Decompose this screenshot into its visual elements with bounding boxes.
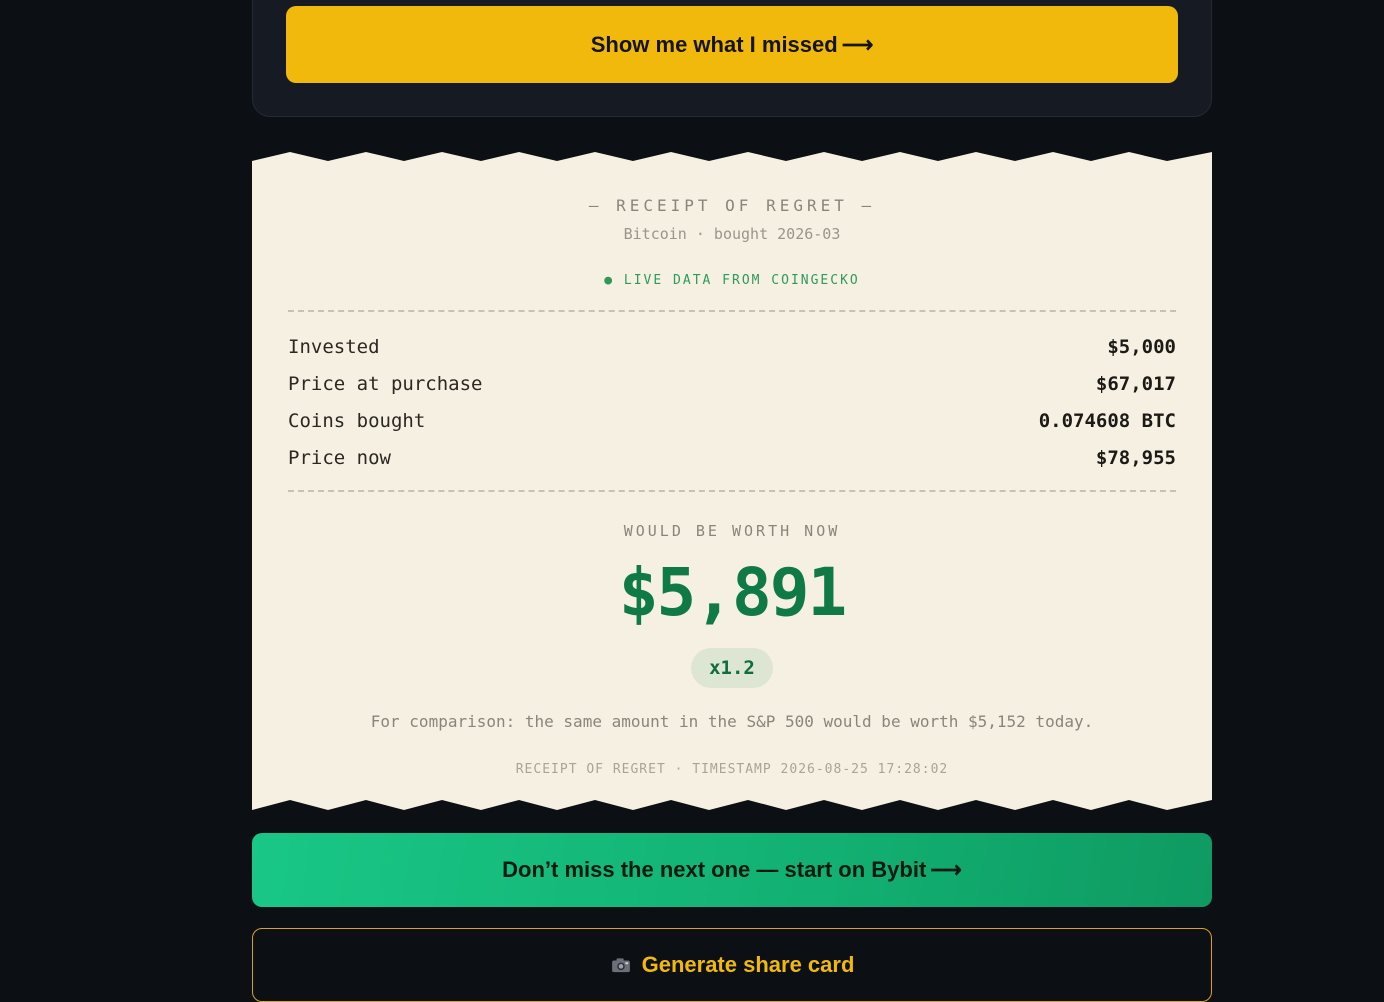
receipt-row-coins-bought: Coins bought 0.074608 BTC xyxy=(288,408,1176,434)
divider xyxy=(288,310,1176,312)
share-card-label: Generate share card xyxy=(641,952,855,977)
row-label: Coins bought xyxy=(288,410,426,432)
row-value: $5,000 xyxy=(1107,336,1176,358)
receipt-title: — RECEIPT OF REGRET — xyxy=(588,196,876,215)
receipt-subtitle: Bitcoin · bought 2026-03 xyxy=(623,225,841,243)
row-value: 0.074608 BTC xyxy=(1038,410,1176,432)
row-value: $67,017 xyxy=(1095,373,1176,395)
receipt-row-price-now: Price now $78,955 xyxy=(288,445,1176,471)
camera-icon xyxy=(611,958,630,973)
row-value: $78,955 xyxy=(1095,447,1176,469)
arrow-right-icon: ⟶ xyxy=(841,31,874,57)
sp500-comparison: For comparison: the same amount in the S… xyxy=(370,712,1094,731)
arrow-right-icon: ⟶ xyxy=(930,857,962,882)
row-label: Invested xyxy=(288,336,380,358)
row-label: Price at purchase xyxy=(288,373,483,395)
live-data-badge: ● LIVE DATA FROM COINGECKO xyxy=(604,273,860,288)
receipt-timestamp: RECEIPT OF REGRET · TIMESTAMP 2026-08-25… xyxy=(515,762,949,777)
receipt-row-price-at-purchase: Price at purchase $67,017 xyxy=(288,371,1176,397)
show-missed-button[interactable]: Show me what I missed ⟶ xyxy=(286,6,1178,83)
worth-label: WOULD BE WORTH NOW xyxy=(623,522,841,540)
start-on-bybit-button[interactable]: Don’t miss the next one — start on Bybit… xyxy=(252,833,1212,907)
worth-value: $5,891 xyxy=(618,554,847,631)
bybit-label: Don’t miss the next one — start on Bybit xyxy=(502,857,927,882)
receipt-row-invested: Invested $5,000 xyxy=(288,334,1176,360)
regret-receipt: — RECEIPT OF REGRET — Bitcoin · bought 2… xyxy=(252,152,1212,813)
multiplier-badge: x1.2 xyxy=(691,648,773,688)
row-label: Price now xyxy=(288,447,391,469)
divider xyxy=(288,490,1176,492)
show-missed-label: Show me what I missed xyxy=(590,31,838,57)
generate-share-card-button[interactable]: Generate share card xyxy=(252,928,1212,1002)
